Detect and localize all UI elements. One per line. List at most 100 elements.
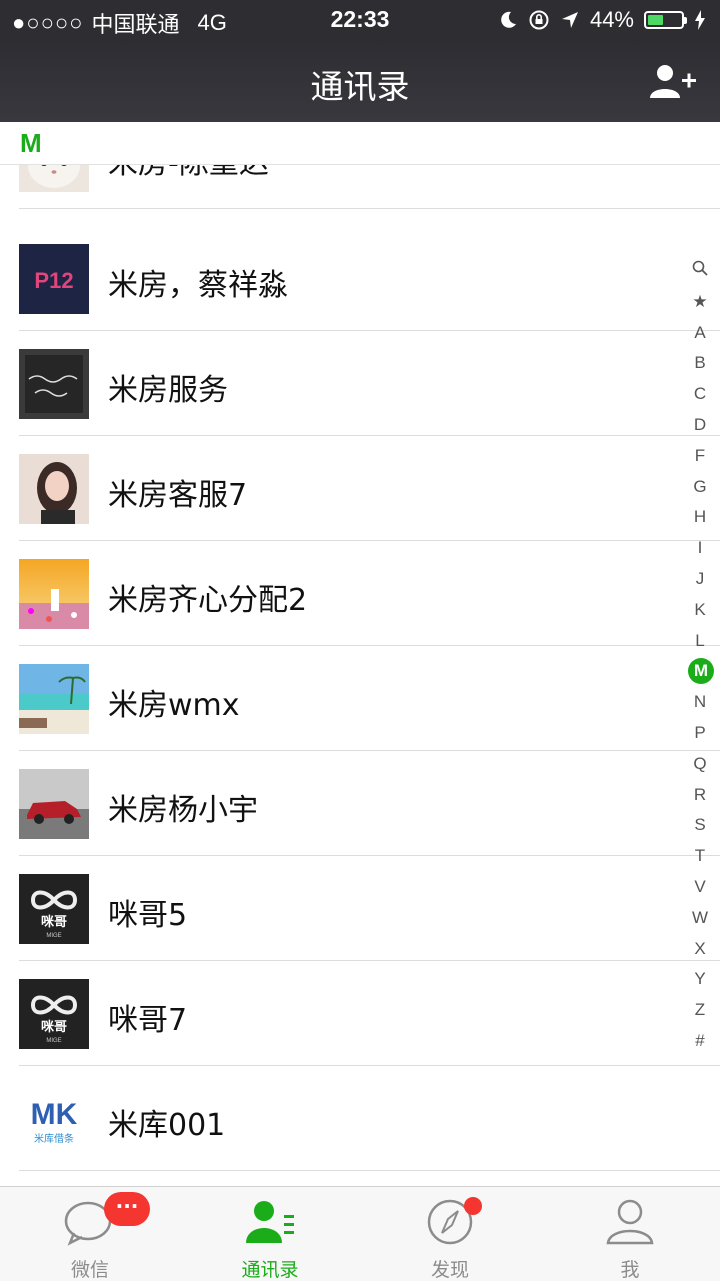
tab-contacts[interactable]: 通讯录 [180, 1187, 360, 1281]
battery-icon [644, 11, 687, 29]
index-letter-text: K [694, 599, 706, 619]
index-letter[interactable]: V [688, 872, 712, 903]
index-letter-text: L [695, 630, 705, 650]
contact-name: 米房wmx [108, 688, 240, 723]
add-contact-icon[interactable] [648, 62, 698, 102]
contact-row[interactable]: 米房齐心分配2 [0, 541, 720, 646]
index-letter[interactable]: H [688, 502, 712, 533]
status-bar: ●○○○○ 中国联通 4G 22:33 44% [0, 0, 720, 40]
mige-logo-avatar: 咪哥 MIGE [19, 874, 89, 944]
contact-row[interactable]: 米房wmx [0, 646, 720, 751]
contact-name: 米房客服7 [108, 478, 248, 513]
index-letter-text: G [693, 476, 707, 496]
index-letter[interactable]: Z [688, 995, 712, 1026]
index-letter-text: Z [694, 1000, 706, 1020]
index-letter[interactable]: M [688, 656, 714, 687]
mk-logo-text: MK [31, 1098, 78, 1131]
contact-row[interactable]: 咪哥 MIGE 咪哥5 [0, 856, 720, 961]
index-letter-text: M [688, 658, 714, 685]
index-letter[interactable]: J [688, 564, 712, 595]
index-letter[interactable]: # [688, 1026, 712, 1057]
index-letter-text: T [694, 846, 706, 866]
index-letter-text: R [693, 784, 707, 804]
p12-logo-text: P12 [34, 268, 73, 293]
mige-logo-subtext: MIGE [46, 933, 61, 939]
contact-list[interactable]: 米房-陈重达 P12 米房，蔡祥淼 米房服务 [0, 122, 720, 1186]
contact-row[interactable]: 米房服务 [0, 331, 720, 436]
index-letter-text: ★ [692, 291, 708, 311]
contact-row[interactable]: 米房杨小宇 [0, 751, 720, 856]
contact-name: 米房，蔡祥淼 [108, 268, 288, 303]
index-letter-text: C [693, 384, 707, 404]
tab-me[interactable]: 我 [540, 1187, 720, 1281]
index-letter[interactable]: I [688, 533, 712, 564]
index-letter-text: I [697, 538, 703, 558]
index-letter[interactable]: C [688, 379, 712, 410]
tab-label: 通讯录 [241, 1259, 299, 1281]
index-letter[interactable]: G [688, 472, 712, 503]
navigation-bar: 通讯录 [0, 40, 720, 122]
index-letter[interactable]: R [688, 780, 712, 811]
contact-name: 米库001 [108, 1108, 226, 1143]
index-letter-text: W [691, 907, 709, 927]
index-letter-text: B [694, 353, 706, 373]
index-letter-text: P [694, 722, 706, 742]
index-letter[interactable]: L [688, 626, 712, 657]
moon-icon [501, 11, 516, 28]
index-letter-text: A [694, 322, 706, 342]
location-arrow-icon [561, 12, 578, 28]
unread-badge: ··· [104, 1192, 150, 1226]
flowers-avatar [19, 559, 89, 629]
index-letter[interactable]: T [688, 841, 712, 872]
tab-discover[interactable]: 发现 [360, 1187, 540, 1281]
person-icon [606, 1199, 654, 1245]
index-letter-text: V [694, 876, 706, 896]
index-letter[interactable]: ★ [688, 287, 712, 318]
index-letter[interactable]: Q [688, 749, 712, 780]
index-letter-text: F [694, 445, 706, 465]
index-letter-text: H [693, 507, 707, 527]
index-letter[interactable]: S [688, 810, 712, 841]
index-letter-text: D [693, 414, 707, 434]
mige-logo-subtext: MIGE [46, 1038, 61, 1044]
index-letter-text: N [693, 692, 707, 712]
contact-name: 咪哥7 [108, 1003, 188, 1038]
index-letter[interactable]: Y [688, 964, 712, 995]
alphabet-index[interactable]: ★ A B C D F G H I J K L M N P Q R S T V W X Y Z # [688, 256, 714, 1057]
page-title: 通讯录 [310, 67, 410, 106]
battery-percent: 44% [589, 7, 634, 32]
contact-row[interactable]: 米房客服7 [0, 436, 720, 541]
mige-logo-avatar: 咪哥 MIGE [19, 979, 89, 1049]
index-letter-text: S [694, 815, 706, 835]
index-letter[interactable] [688, 256, 712, 287]
contact-row[interactable]: 咪哥 MIGE 咪哥7 [0, 961, 720, 1066]
contact-row[interactable]: MK 米库借条 米库001 [0, 1066, 720, 1171]
tab-label: 发现 [430, 1259, 469, 1281]
mk-logo-avatar: MK 米库借条 [19, 1084, 89, 1154]
contact-name: 咪哥5 [108, 898, 188, 933]
contacts-icon [246, 1201, 294, 1243]
contact-name: 米房杨小宇 [108, 793, 258, 828]
index-letter[interactable]: W [688, 903, 712, 934]
p12-avatar: P12 [19, 244, 89, 314]
index-letter[interactable]: B [688, 348, 712, 379]
index-letter[interactable]: K [688, 595, 712, 626]
calligraphy-avatar [19, 349, 89, 419]
section-letter: M [20, 128, 42, 158]
row-divider [19, 1170, 720, 1171]
index-letter[interactable]: F [688, 441, 712, 472]
contact-row[interactable]: P12 米房，蔡祥淼 [0, 226, 720, 331]
index-letter[interactable]: D [688, 410, 712, 441]
index-letter[interactable]: P [688, 718, 712, 749]
tab-chats[interactable]: ··· 微信 [0, 1187, 180, 1281]
index-letter-text: J [695, 568, 705, 588]
index-letter[interactable]: A [688, 318, 712, 349]
index-letter-text: Q [693, 753, 707, 773]
girl-avatar [19, 454, 89, 524]
index-letter[interactable]: X [688, 934, 712, 965]
new-content-dot [464, 1197, 482, 1215]
charging-bolt-icon [695, 10, 705, 30]
tab-bar: ··· 微信 通讯录 发现 我 [0, 1186, 720, 1281]
car-avatar [19, 769, 89, 839]
index-letter[interactable]: N [688, 687, 712, 718]
